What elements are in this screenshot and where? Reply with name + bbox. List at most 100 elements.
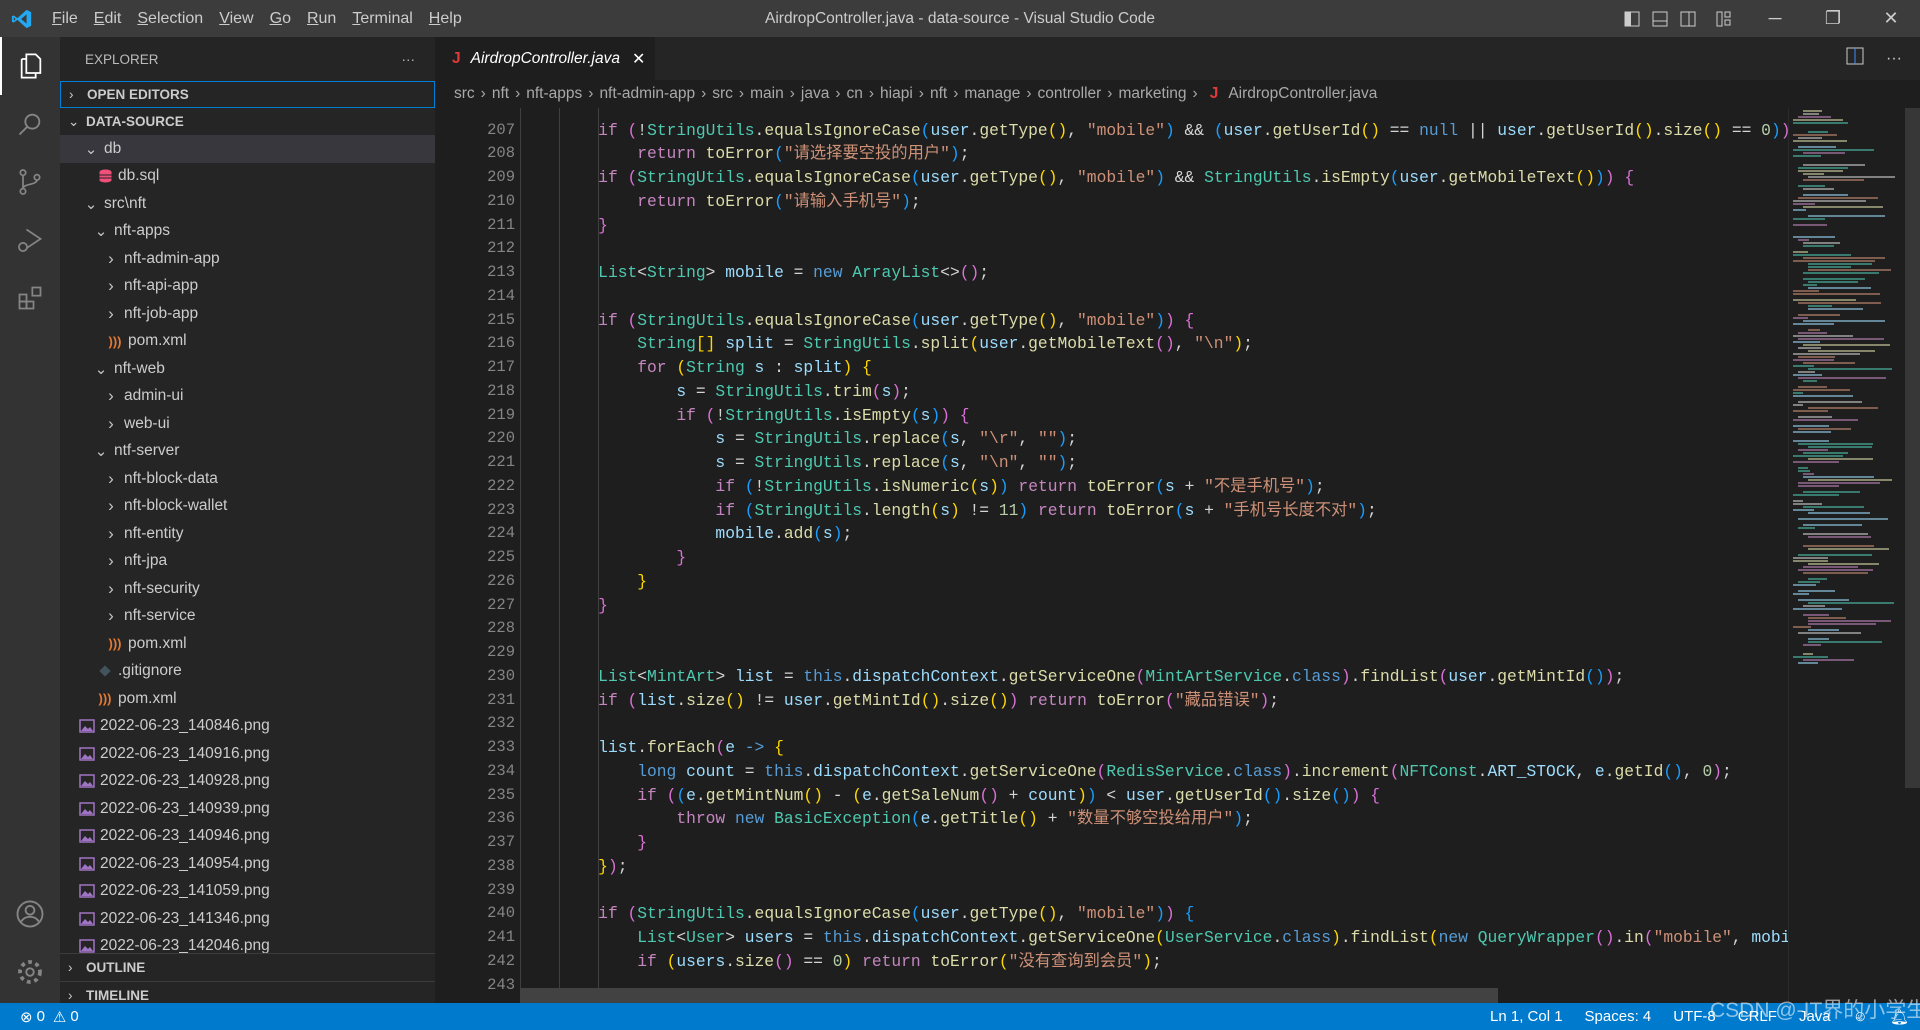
code-line[interactable]: } (520, 214, 1788, 238)
problems-indicator[interactable]: ⊗ 0 ⚠ 0 (0, 1008, 79, 1026)
tree-file[interactable]: 2022-06-23_140928.png (60, 768, 435, 796)
code-line[interactable]: } (520, 594, 1788, 618)
tree-file[interactable]: ))) pom.xml (60, 630, 435, 658)
code-line[interactable]: list.forEach(e -> { (520, 736, 1788, 760)
tree-folder[interactable]: › nft-jpa (60, 548, 435, 576)
more-actions-button[interactable]: ··· (402, 52, 416, 67)
more-actions-icon[interactable]: ··· (1886, 50, 1902, 68)
breadcrumb-item[interactable]: src (712, 85, 733, 103)
tree-file[interactable]: ))) pom.xml (60, 328, 435, 356)
code-line[interactable]: for (String s : split) { (520, 356, 1788, 380)
code-line[interactable]: s = StringUtils.trim(s); (520, 380, 1788, 404)
tree-folder[interactable]: ⌄ nft-web (60, 355, 435, 383)
breadcrumb-item[interactable]: nft-apps (526, 85, 582, 103)
tree-file[interactable]: .gitignore (60, 658, 435, 686)
line-ending[interactable]: CRLF (1727, 1008, 1788, 1025)
menu-run[interactable]: Run (299, 0, 344, 37)
code-line[interactable] (520, 617, 1788, 641)
tab-airdrop-controller[interactable]: J AirdropController.java ✕ (435, 37, 655, 80)
toggle-panel-icon[interactable] (1646, 0, 1674, 37)
accounts-icon[interactable] (0, 885, 60, 943)
breadcrumb-item[interactable]: nft (492, 85, 509, 103)
scrollbar-thumb[interactable] (1905, 108, 1920, 789)
code-line[interactable]: if (StringUtils.equalsIgnoreCase(user.ge… (520, 166, 1788, 190)
menu-selection[interactable]: Selection (129, 0, 211, 37)
language-mode[interactable]: Java (1788, 1008, 1842, 1025)
breadcrumb-item[interactable]: AirdropController.java (1228, 85, 1377, 103)
code-line[interactable]: s = StringUtils.replace(s, "\n", ""); (520, 451, 1788, 475)
open-editors-section[interactable]: › OPEN EDITORS (60, 81, 435, 108)
code-line[interactable]: s = StringUtils.replace(s, "\r", ""); (520, 427, 1788, 451)
split-editor-icon[interactable] (1846, 47, 1864, 70)
code-line[interactable]: String[] split = StringUtils.split(user.… (520, 332, 1788, 356)
customize-layout-icon[interactable] (1710, 0, 1738, 37)
code-line[interactable] (520, 712, 1788, 736)
code-line[interactable]: List<MintArt> list = this.dispatchContex… (520, 665, 1788, 689)
tree-folder[interactable]: › nft-service (60, 603, 435, 631)
toggle-primary-sidebar-icon[interactable] (1618, 0, 1646, 37)
settings-gear-icon[interactable] (0, 943, 60, 1001)
tree-folder[interactable]: › web-ui (60, 410, 435, 438)
breadcrumb-item[interactable]: manage (964, 85, 1020, 103)
menu-terminal[interactable]: Terminal (344, 0, 420, 37)
tree-folder[interactable]: ⌄ db (60, 135, 435, 163)
tree-folder[interactable]: › nft-security (60, 575, 435, 603)
code-line[interactable]: } (520, 831, 1788, 855)
code-line[interactable]: } (520, 546, 1788, 570)
toggle-secondary-sidebar-icon[interactable] (1674, 0, 1702, 37)
source-control-icon[interactable] (0, 153, 60, 211)
minimap[interactable] (1788, 108, 1905, 1003)
run-debug-icon[interactable] (0, 211, 60, 269)
breadcrumb-item[interactable]: hiapi (880, 85, 913, 103)
code-line[interactable]: } (520, 570, 1788, 594)
tree-file[interactable]: 2022-06-23_140916.png (60, 740, 435, 768)
tree-file[interactable]: 2022-06-23_140846.png (60, 713, 435, 741)
feedback-icon[interactable]: ☺ (1842, 1008, 1879, 1025)
code-line[interactable]: return toError("请输入手机号"); (520, 190, 1788, 214)
extensions-icon[interactable] (0, 269, 60, 327)
breadcrumb-item[interactable]: java (801, 85, 829, 103)
close-window-button[interactable]: ✕ (1862, 0, 1920, 37)
code-line[interactable]: List<String> mobile = new ArrayList<>(); (520, 261, 1788, 285)
encoding[interactable]: UTF-8 (1662, 1008, 1727, 1025)
code-editor[interactable]: 207 208 209 210 211 212 213 214 215 216 217 218 219 2… (435, 108, 1788, 1003)
code-line[interactable] (520, 641, 1788, 665)
indentation[interactable]: Spaces: 4 (1574, 1008, 1663, 1025)
breadcrumb-item[interactable]: src (454, 85, 475, 103)
breadcrumb-item[interactable]: cn (846, 85, 862, 103)
code-line[interactable] (520, 879, 1788, 903)
tree-file[interactable]: 2022-06-23_141059.png (60, 878, 435, 906)
tree-folder[interactable]: ⌄ ntf-server (60, 438, 435, 466)
explorer-icon[interactable] (0, 37, 60, 95)
tree-folder[interactable]: ⌄ nft-apps (60, 218, 435, 246)
vertical-scrollbar[interactable] (1905, 108, 1920, 1003)
menu-file[interactable]: File (44, 0, 86, 37)
menu-edit[interactable]: Edit (86, 0, 130, 37)
code-line[interactable]: if (list.size() != user.getMintId().size… (520, 689, 1788, 713)
tree-folder[interactable]: › nft-block-wallet (60, 493, 435, 521)
code-line[interactable]: mobile.add(s); (520, 522, 1788, 546)
notifications-bell-icon[interactable]: 🔔︎ (1879, 1008, 1920, 1026)
tree-file[interactable]: 2022-06-23_141346.png (60, 905, 435, 933)
code-content[interactable]: if (!StringUtils.equalsIgnoreCase(user.g… (520, 108, 1788, 998)
menu-view[interactable]: View (211, 0, 261, 37)
tree-file[interactable]: 2022-06-23_140939.png (60, 795, 435, 823)
tree-folder[interactable]: › nft-job-app (60, 300, 435, 328)
tree-file[interactable]: db.sql (60, 163, 435, 191)
tree-folder[interactable]: › nft-admin-app (60, 245, 435, 273)
menu-go[interactable]: Go (262, 0, 299, 37)
code-line[interactable]: if ((e.getMintNum() - (e.getSaleNum() + … (520, 784, 1788, 808)
code-line[interactable]: throw new BasicException(e.getTitle() + … (520, 807, 1788, 831)
cursor-position[interactable]: Ln 1, Col 1 (1479, 1008, 1574, 1025)
code-line[interactable]: if (!StringUtils.equalsIgnoreCase(user.g… (520, 119, 1788, 143)
code-line[interactable]: if (users.size() == 0) return toError("没… (520, 950, 1788, 974)
tree-folder[interactable]: › nft-api-app (60, 273, 435, 301)
tree-file[interactable]: 2022-06-23_140954.png (60, 850, 435, 878)
menu-help[interactable]: Help (421, 0, 470, 37)
breadcrumb-item[interactable]: main (750, 85, 784, 103)
code-line[interactable] (520, 285, 1788, 309)
code-line[interactable]: long count = this.dispatchContext.getSer… (520, 760, 1788, 784)
tree-file[interactable]: ))) pom.xml (60, 685, 435, 713)
breadcrumb-item[interactable]: marketing (1118, 85, 1186, 103)
outline-section[interactable]: › OUTLINE (60, 954, 435, 981)
